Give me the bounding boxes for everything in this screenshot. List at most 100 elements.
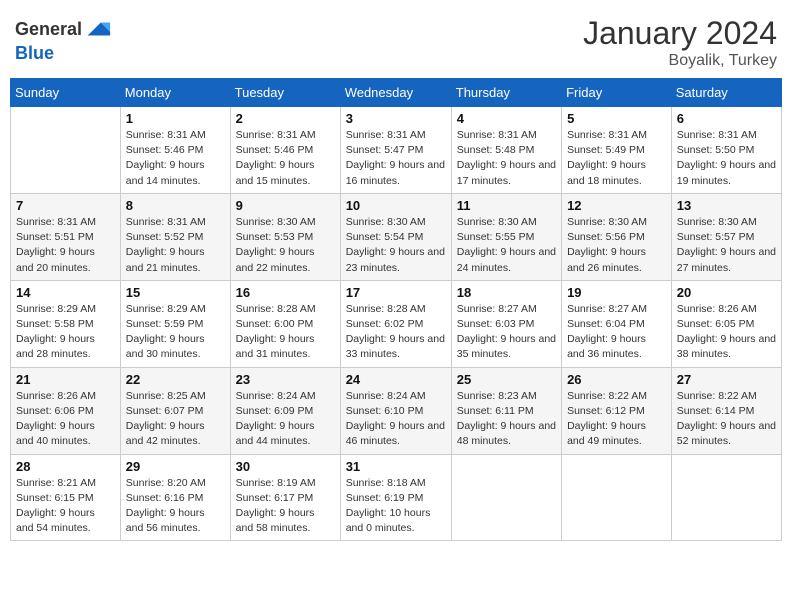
title-block: January 2024 Boyalik, Turkey xyxy=(583,15,777,70)
logo-general-text: General xyxy=(15,19,82,40)
calendar-cell: 21Sunrise: 8:26 AMSunset: 6:06 PMDayligh… xyxy=(11,367,121,454)
day-detail: Sunrise: 8:31 AMSunset: 5:51 PMDaylight:… xyxy=(16,215,115,276)
calendar-cell: 30Sunrise: 8:19 AMSunset: 6:17 PMDayligh… xyxy=(230,454,340,541)
day-number: 26 xyxy=(567,372,666,387)
calendar-cell: 7Sunrise: 8:31 AMSunset: 5:51 PMDaylight… xyxy=(11,193,121,280)
calendar-cell: 22 Sunrise: 8:25 AMSunset: 6:07 PMDayligh… xyxy=(120,367,230,454)
calendar-cell xyxy=(562,454,672,541)
calendar-cell xyxy=(11,107,121,194)
day-number: 17 xyxy=(346,285,446,300)
calendar-cell: 13Sunrise: 8:30 AMSunset: 5:57 PMDayligh… xyxy=(671,193,781,280)
calendar-cell: 3 Sunrise: 8:31 AMSunset: 5:47 PMDaylight… xyxy=(340,107,451,194)
day-detail: Sunrise: 8:24 AMSunset: 6:10 PMDaylight:… xyxy=(346,389,446,450)
location-title: Boyalik, Turkey xyxy=(583,52,777,70)
day-number: 3 xyxy=(346,111,446,126)
day-detail: Sunrise: 8:30 AMSunset: 5:55 PMDaylight:… xyxy=(457,215,556,276)
day-number: 10 xyxy=(346,198,446,213)
day-detail: Sunrise: 8:30 AMSunset: 5:56 PMDaylight:… xyxy=(567,215,666,276)
calendar-cell: 20Sunrise: 8:26 AMSunset: 6:05 PMDayligh… xyxy=(671,280,781,367)
calendar-cell: 29Sunrise: 8:20 AMSunset: 6:16 PMDayligh… xyxy=(120,454,230,541)
day-number: 8 xyxy=(126,198,225,213)
day-detail: Sunrise: 8:29 AMSunset: 5:58 PMDaylight:… xyxy=(16,302,115,363)
calendar-cell: 19Sunrise: 8:27 AMSunset: 6:04 PMDayligh… xyxy=(562,280,672,367)
day-detail: Sunrise: 8:19 AMSunset: 6:17 PMDaylight:… xyxy=(236,476,335,537)
calendar-cell: 25 Sunrise: 8:23 AMSunset: 6:11 PMDayligh… xyxy=(451,367,561,454)
calendar-week-row: 21Sunrise: 8:26 AMSunset: 6:06 PMDayligh… xyxy=(11,367,782,454)
logo: General Blue xyxy=(15,15,112,64)
calendar-cell: 11 Sunrise: 8:30 AMSunset: 5:55 PMDayligh… xyxy=(451,193,561,280)
day-detail: Sunrise: 8:29 AMSunset: 5:59 PMDaylight:… xyxy=(126,302,225,363)
calendar-cell: 31Sunrise: 8:18 AMSunset: 6:19 PMDayligh… xyxy=(340,454,451,541)
calendar-cell: 2 Sunrise: 8:31 AMSunset: 5:46 PMDaylight… xyxy=(230,107,340,194)
day-detail: Sunrise: 8:20 AMSunset: 6:16 PMDaylight:… xyxy=(126,476,225,537)
day-number: 18 xyxy=(457,285,556,300)
day-number: 1 xyxy=(126,111,225,126)
page-header: General Blue January 2024 Boyalik, Turke… xyxy=(10,10,782,70)
calendar-cell: 26 Sunrise: 8:22 AMSunset: 6:12 PMDayligh… xyxy=(562,367,672,454)
day-detail: Sunrise: 8:25 AMSunset: 6:07 PMDaylight:… xyxy=(126,389,225,450)
calendar-cell: 28 Sunrise: 8:21 AMSunset: 6:15 PMDayligh… xyxy=(11,454,121,541)
day-detail: Sunrise: 8:31 AMSunset: 5:46 PMDaylight:… xyxy=(126,128,225,189)
weekday-header: Monday xyxy=(120,79,230,107)
calendar-week-row: 1 Sunrise: 8:31 AMSunset: 5:46 PMDaylight… xyxy=(11,107,782,194)
day-number: 12 xyxy=(567,198,666,213)
calendar-cell xyxy=(671,454,781,541)
logo-icon xyxy=(84,15,112,43)
day-number: 25 xyxy=(457,372,556,387)
day-number: 6 xyxy=(677,111,776,126)
calendar-week-row: 28 Sunrise: 8:21 AMSunset: 6:15 PMDayligh… xyxy=(11,454,782,541)
day-number: 28 xyxy=(16,459,115,474)
weekday-header: Thursday xyxy=(451,79,561,107)
day-detail: Sunrise: 8:21 AMSunset: 6:15 PMDaylight:… xyxy=(16,476,115,537)
weekday-header: Wednesday xyxy=(340,79,451,107)
weekday-header: Friday xyxy=(562,79,672,107)
month-title: January 2024 xyxy=(583,15,777,52)
day-number: 14 xyxy=(16,285,115,300)
calendar-cell: 10Sunrise: 8:30 AMSunset: 5:54 PMDayligh… xyxy=(340,193,451,280)
calendar-cell: 27Sunrise: 8:22 AMSunset: 6:14 PMDayligh… xyxy=(671,367,781,454)
day-detail: Sunrise: 8:22 AMSunset: 6:14 PMDaylight:… xyxy=(677,389,776,450)
calendar-cell: 12 Sunrise: 8:30 AMSunset: 5:56 PMDayligh… xyxy=(562,193,672,280)
day-number: 19 xyxy=(567,285,666,300)
day-number: 24 xyxy=(346,372,446,387)
weekday-header: Sunday xyxy=(11,79,121,107)
day-detail: Sunrise: 8:22 AMSunset: 6:12 PMDaylight:… xyxy=(567,389,666,450)
calendar-table: SundayMondayTuesdayWednesdayThursdayFrid… xyxy=(10,78,782,541)
calendar-cell: 24 Sunrise: 8:24 AMSunset: 6:10 PMDayligh… xyxy=(340,367,451,454)
day-number: 20 xyxy=(677,285,776,300)
calendar-cell xyxy=(451,454,561,541)
day-detail: Sunrise: 8:31 AMSunset: 5:52 PMDaylight:… xyxy=(126,215,225,276)
day-detail: Sunrise: 8:31 AMSunset: 5:47 PMDaylight:… xyxy=(346,128,446,189)
day-detail: Sunrise: 8:30 AMSunset: 5:57 PMDaylight:… xyxy=(677,215,776,276)
calendar-cell: 5 Sunrise: 8:31 AMSunset: 5:49 PMDaylight… xyxy=(562,107,672,194)
calendar-cell: 23 Sunrise: 8:24 AMSunset: 6:09 PMDayligh… xyxy=(230,367,340,454)
day-detail: Sunrise: 8:24 AMSunset: 6:09 PMDaylight:… xyxy=(236,389,335,450)
calendar-body: 1 Sunrise: 8:31 AMSunset: 5:46 PMDaylight… xyxy=(11,107,782,541)
calendar-cell: 14 Sunrise: 8:29 AMSunset: 5:58 PMDayligh… xyxy=(11,280,121,367)
calendar-week-row: 7Sunrise: 8:31 AMSunset: 5:51 PMDaylight… xyxy=(11,193,782,280)
weekday-header: Tuesday xyxy=(230,79,340,107)
calendar-cell: 8 Sunrise: 8:31 AMSunset: 5:52 PMDaylight… xyxy=(120,193,230,280)
day-number: 5 xyxy=(567,111,666,126)
day-number: 22 xyxy=(126,372,225,387)
day-detail: Sunrise: 8:31 AMSunset: 5:49 PMDaylight:… xyxy=(567,128,666,189)
day-number: 11 xyxy=(457,198,556,213)
day-detail: Sunrise: 8:31 AMSunset: 5:46 PMDaylight:… xyxy=(236,128,335,189)
day-detail: Sunrise: 8:23 AMSunset: 6:11 PMDaylight:… xyxy=(457,389,556,450)
day-number: 31 xyxy=(346,459,446,474)
calendar-cell: 15 Sunrise: 8:29 AMSunset: 5:59 PMDayligh… xyxy=(120,280,230,367)
day-number: 15 xyxy=(126,285,225,300)
day-number: 9 xyxy=(236,198,335,213)
day-detail: Sunrise: 8:28 AMSunset: 6:00 PMDaylight:… xyxy=(236,302,335,363)
logo-blue-text: Blue xyxy=(15,43,54,64)
day-number: 16 xyxy=(236,285,335,300)
day-number: 23 xyxy=(236,372,335,387)
calendar-cell: 18Sunrise: 8:27 AMSunset: 6:03 PMDayligh… xyxy=(451,280,561,367)
day-number: 2 xyxy=(236,111,335,126)
day-detail: Sunrise: 8:30 AMSunset: 5:53 PMDaylight:… xyxy=(236,215,335,276)
day-number: 4 xyxy=(457,111,556,126)
day-detail: Sunrise: 8:31 AMSunset: 5:50 PMDaylight:… xyxy=(677,128,776,189)
day-detail: Sunrise: 8:28 AMSunset: 6:02 PMDaylight:… xyxy=(346,302,446,363)
calendar-cell: 6 Sunrise: 8:31 AMSunset: 5:50 PMDaylight… xyxy=(671,107,781,194)
day-detail: Sunrise: 8:31 AMSunset: 5:48 PMDaylight:… xyxy=(457,128,556,189)
